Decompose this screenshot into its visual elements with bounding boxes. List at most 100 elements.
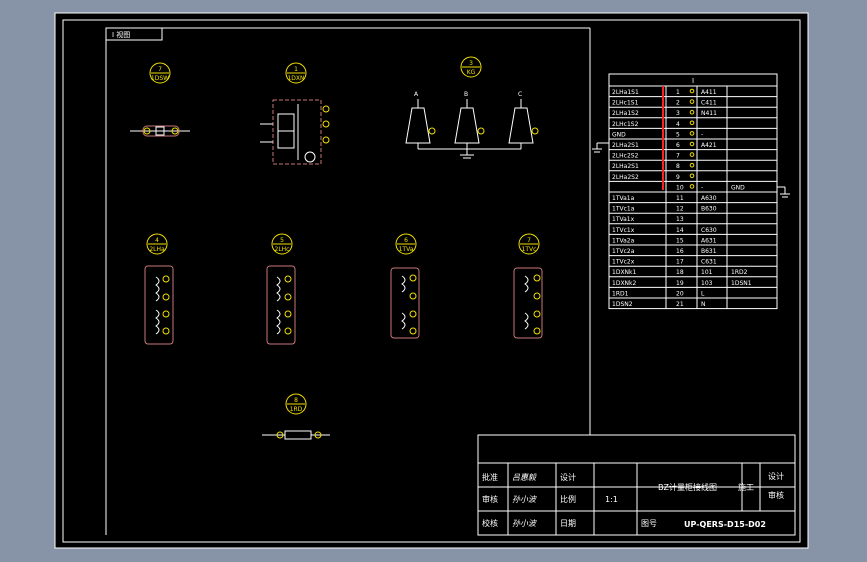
table-cell: B630 (701, 206, 717, 213)
table-cell: 1DXNk1 (612, 269, 637, 276)
table-cell: 12 (676, 206, 684, 213)
drawing-sheet (54, 12, 809, 549)
table-cell: 11 (676, 195, 684, 202)
device-badge-number: 5 (280, 237, 284, 244)
device-badge: 81RD (285, 393, 307, 415)
device-badge-number: 3 (469, 60, 473, 67)
table-cell: 19 (676, 280, 684, 287)
device-badge-number: 6 (404, 237, 408, 244)
right-label-design: 设计 (768, 471, 784, 481)
table-cell: 13 (676, 216, 684, 223)
device-badge: 6 1TVa (395, 233, 417, 255)
table-cell: 21 (676, 301, 684, 308)
table-cell: C630 (701, 227, 717, 234)
table-cell: 1TVc2a (612, 248, 635, 255)
device-badge-code: 1DXN (287, 75, 304, 82)
table-cell: 4 (676, 121, 680, 128)
device-badge-code: 2LHc (275, 246, 290, 253)
table-cell: 1TVa1x (612, 216, 635, 223)
table-cell: 2LHa1S1 (612, 89, 639, 96)
table-cell: 5 (676, 131, 680, 138)
device-badge-code: 1RD (290, 406, 303, 413)
device-badge-number: 4 (155, 237, 159, 244)
table-cell: 7 (676, 153, 680, 160)
table-cell: 20 (676, 290, 684, 297)
table-cell: 14 (676, 227, 684, 234)
approve-signature: 吕惠毅 (512, 473, 537, 482)
table-cell: 1DSN1 (731, 280, 752, 287)
scale-value: 1:1 (605, 495, 618, 504)
table-cell: 2 (676, 100, 680, 107)
device-badge: 1 1DXN (285, 62, 307, 84)
device-badge: 3 KG (460, 56, 482, 78)
table-cell: 2LHc1S1 (612, 100, 639, 107)
table-cell: 9 (676, 174, 680, 181)
table-cell: - (701, 184, 703, 191)
table-cell: GND (612, 131, 626, 138)
table-cell: 1TVc2x (612, 259, 635, 266)
table-cell: 2LHc2S2 (612, 153, 639, 160)
view-tab-label: I 视图 (112, 30, 130, 39)
table-cell: 103 (701, 280, 713, 287)
check-label: 校核 (482, 518, 498, 528)
device-badge-number: 8 (294, 397, 298, 404)
design-label: 设计 (560, 472, 576, 482)
device-badge-number: 7 (527, 237, 531, 244)
check-signature: 孙小波 (512, 519, 538, 528)
drawing-number: UP-QERS-D15-D02 (684, 520, 766, 529)
table-cell: 1 (676, 89, 680, 96)
table-cell: 15 (676, 237, 684, 244)
table-cell: GND (731, 184, 745, 191)
device-badge-code: 1TVc (522, 246, 537, 253)
table-cell: 1DSN2 (612, 301, 633, 308)
device-badge: 7 1TVc (518, 233, 540, 255)
right-label-construction: 施工 (738, 482, 754, 492)
table-cell: 1TVc1x (612, 227, 635, 234)
table-header: I (692, 77, 694, 85)
table-cell: A631 (701, 237, 717, 244)
drawing-title: BZ计量柜接线图 (658, 482, 717, 492)
kg-phase-c: C (518, 91, 522, 98)
table-cell: 18 (676, 269, 684, 276)
table-cell: 6 (676, 142, 680, 149)
device-badge-code: KG (467, 69, 476, 76)
drawing-canvas: I 视图 71DSW11DXN3KG42LHa52LHc61TVa71TVc81… (54, 12, 809, 549)
scale-label: 比例 (560, 494, 576, 504)
approve-label: 批准 (482, 472, 498, 482)
table-cell: A421 (701, 142, 717, 149)
table-cell: 1RD2 (731, 269, 748, 276)
table-cell: 2LHa2S2 (612, 174, 639, 181)
table-cell: 1DXNk2 (612, 280, 637, 287)
table-cell: A630 (701, 195, 717, 202)
drawing-no-label: 图号 (641, 519, 657, 528)
table-cell: A411 (701, 89, 717, 96)
date-label: 日期 (560, 519, 576, 528)
table-cell: 3 (676, 110, 680, 117)
table-cell: C631 (701, 259, 717, 266)
table-cell: 1TVa2a (612, 237, 635, 244)
device-badge-code: 2LHa (149, 246, 165, 253)
table-cell: C411 (701, 100, 717, 107)
device-badge: 4 2LHa (146, 233, 168, 255)
table-cell: B631 (701, 248, 717, 255)
review-label: 审核 (482, 494, 498, 504)
table-cell: 1TVc1a (612, 206, 635, 213)
table-cell: 10 (676, 184, 684, 191)
kg-phase-b: B (464, 91, 468, 98)
table-cell: 2LHa2S1 (612, 142, 639, 149)
device-badge-code: 1TVa (399, 246, 414, 253)
table-cell: N (701, 301, 706, 308)
table-cell: - (701, 131, 703, 138)
table-cell: 1TVa1a (612, 195, 635, 202)
table-cell: N411 (701, 110, 717, 117)
table-row: 1DXNk2 19 103 1DSN1 (612, 280, 752, 287)
table-cell: 1RD1 (612, 290, 629, 297)
right-label-review: 审核 (768, 490, 784, 500)
table-cell: 17 (676, 259, 684, 266)
table-cell: 16 (676, 248, 684, 255)
device-badge-number: 1 (294, 66, 298, 73)
table-cell: 101 (701, 269, 713, 276)
table-cell: 2LHc1S2 (612, 121, 639, 128)
table-cell: 8 (676, 163, 680, 170)
review-signature: 孙小波 (512, 495, 538, 504)
